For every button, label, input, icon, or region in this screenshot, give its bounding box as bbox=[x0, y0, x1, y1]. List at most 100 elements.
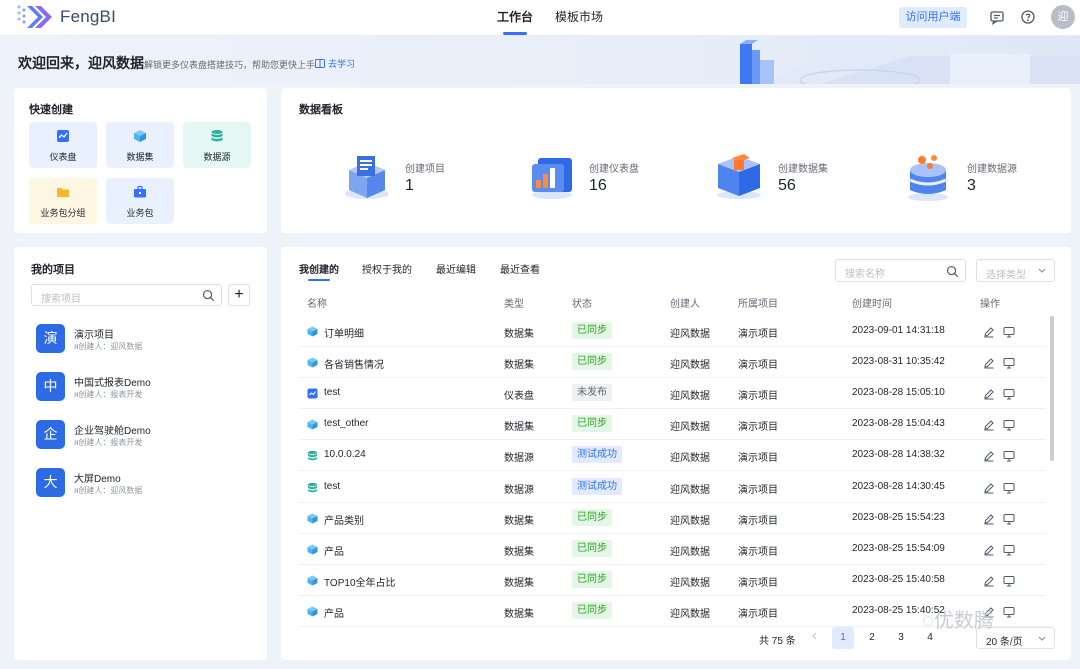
edit-icon[interactable] bbox=[983, 513, 995, 525]
preview-icon[interactable] bbox=[1003, 513, 1015, 525]
wechat-icon: ◌ bbox=[922, 610, 934, 632]
user-avatar[interactable]: 迎 bbox=[1051, 5, 1075, 29]
page-button[interactable]: 1 bbox=[832, 627, 854, 649]
cube-icon bbox=[307, 606, 318, 617]
preview-icon[interactable] bbox=[1003, 419, 1015, 431]
row-name[interactable]: test bbox=[324, 387, 340, 398]
app-logo[interactable]: FengBI bbox=[16, 3, 116, 31]
preview-icon[interactable] bbox=[1003, 357, 1015, 369]
preview-icon[interactable] bbox=[1003, 450, 1015, 462]
dashboard-icon bbox=[307, 388, 318, 399]
name-search-input[interactable]: 搜索名称 bbox=[835, 259, 966, 282]
table-row[interactable]: 10.0.0.24 数据源 测试成功 迎风数据 演示项目 2023-08-28 14:38… bbox=[299, 440, 1046, 472]
data-board-title: 数据看板 bbox=[299, 104, 343, 116]
edit-icon[interactable] bbox=[983, 388, 995, 400]
nav-tab-template-market[interactable]: 模板市场 bbox=[555, 0, 603, 36]
page-button[interactable]: 3 bbox=[890, 627, 912, 649]
row-name[interactable]: 订单明细 bbox=[324, 325, 364, 340]
row-created-time: 2023-08-28 14:30:45 bbox=[852, 480, 945, 492]
edit-icon[interactable] bbox=[983, 357, 995, 369]
project-creator: ᴙ创建人：迎风数据 bbox=[74, 486, 143, 495]
row-type: 数据集 bbox=[504, 515, 534, 527]
preview-icon[interactable] bbox=[1003, 544, 1015, 556]
tab-authorized-to-me[interactable]: 授权于我的 bbox=[362, 261, 412, 276]
row-creator: 迎风数据 bbox=[670, 453, 710, 465]
row-type: 数据集 bbox=[504, 577, 534, 589]
row-name[interactable]: test bbox=[324, 481, 340, 492]
learn-link[interactable]: 去学习 bbox=[315, 57, 355, 70]
data-board-panel bbox=[281, 88, 1071, 233]
row-name[interactable]: test_other bbox=[324, 418, 368, 429]
preview-icon[interactable] bbox=[1003, 575, 1015, 587]
nav-tab-workbench[interactable]: 工作台 bbox=[497, 0, 533, 36]
row-created-time: 2023-08-28 15:04:43 bbox=[852, 418, 945, 430]
row-name[interactable]: 产品 bbox=[324, 605, 344, 620]
row-name[interactable]: 10.0.0.24 bbox=[324, 449, 366, 460]
cube-icon bbox=[307, 544, 318, 555]
type-select[interactable]: 选择类型 bbox=[976, 259, 1055, 282]
project-item[interactable]: 演 演示项目 ᴙ创建人：迎风数据 bbox=[36, 324, 256, 354]
row-creator: 迎风数据 bbox=[670, 484, 710, 496]
project-avatar: 演 bbox=[36, 324, 65, 353]
prev-page-button[interactable] bbox=[803, 627, 825, 649]
table-row[interactable]: 产品 数据集 已同步 迎风数据 演示项目 2023-08-25 15:54:09 bbox=[299, 534, 1046, 565]
table-row[interactable]: TOP10全年占比 数据集 已同步 迎风数据 演示项目 2023-08-25 15:40:… bbox=[299, 565, 1046, 596]
stat-value: 16 bbox=[589, 177, 607, 194]
page-button[interactable]: 2 bbox=[861, 627, 883, 649]
project-item[interactable]: 企 企业驾驶舱Demo ᴙ创建人：报表开发 bbox=[36, 420, 256, 450]
page-size-value: 20 条/页 bbox=[986, 637, 1023, 648]
edit-icon[interactable] bbox=[983, 419, 995, 431]
row-project: 演示项目 bbox=[738, 546, 778, 558]
table-row[interactable]: 产品类别 数据集 已同步 迎风数据 演示项目 2023-08-25 15:54:23 bbox=[299, 503, 1046, 534]
row-type: 数据集 bbox=[504, 546, 534, 558]
preview-icon[interactable] bbox=[1003, 326, 1015, 338]
tab-recently-edited[interactable]: 最近编辑 bbox=[436, 261, 476, 276]
dashboard-icon bbox=[57, 130, 69, 142]
project-search-input[interactable]: 搜索项目 bbox=[31, 284, 222, 306]
project-avatar: 大 bbox=[36, 468, 65, 497]
tab-recently-viewed[interactable]: 最近查看 bbox=[500, 261, 540, 276]
quick-create-label: 仪表盘 bbox=[49, 152, 77, 162]
table-scrollbar[interactable] bbox=[1050, 316, 1054, 461]
add-project-button[interactable]: + bbox=[228, 284, 250, 306]
database-icon bbox=[211, 130, 223, 142]
table-row[interactable]: test_other 数据集 已同步 迎风数据 演示项目 2023-08-28 15:04… bbox=[299, 409, 1046, 441]
row-name[interactable]: 产品类别 bbox=[324, 512, 364, 527]
project-item[interactable]: 大 大屏Demo ᴙ创建人：迎风数据 bbox=[36, 468, 256, 498]
edit-icon[interactable] bbox=[983, 450, 995, 462]
project-item[interactable]: 中 中国式报表Demo ᴙ创建人：报表开发 bbox=[36, 372, 256, 402]
row-name[interactable]: 产品 bbox=[324, 543, 344, 558]
row-name[interactable]: TOP10全年占比 bbox=[324, 574, 396, 589]
stat-label: 创建数据集 bbox=[778, 164, 828, 175]
stat-label: 创建项目 bbox=[405, 164, 445, 175]
chevron-down-icon bbox=[1038, 268, 1046, 273]
preview-icon[interactable] bbox=[1003, 482, 1015, 494]
edit-icon[interactable] bbox=[983, 326, 995, 338]
row-name[interactable]: 各省销售情况 bbox=[324, 356, 384, 371]
cube-icon bbox=[134, 130, 146, 142]
visit-user-portal-button[interactable]: 访问用户端 bbox=[899, 7, 967, 28]
tab-created-by-me[interactable]: 我创建的 bbox=[299, 261, 339, 281]
edit-icon[interactable] bbox=[983, 575, 995, 587]
table-row[interactable]: test 数据源 测试成功 迎风数据 演示项目 2023-08-28 14:30:45 bbox=[299, 472, 1046, 503]
table-row[interactable]: 各省销售情况 数据集 已同步 迎风数据 演示项目 2023-08-31 10:35:42 bbox=[299, 347, 1046, 379]
row-creator: 迎风数据 bbox=[670, 360, 710, 372]
table-row[interactable]: 订单明细 数据集 已同步 迎风数据 演示项目 2023-09-01 14:31:18 bbox=[299, 316, 1046, 347]
preview-icon[interactable] bbox=[1003, 606, 1015, 618]
quick-create-dashboard[interactable]: 仪表盘 bbox=[29, 122, 97, 168]
preview-icon[interactable] bbox=[1003, 388, 1015, 400]
edit-icon[interactable] bbox=[983, 544, 995, 556]
edit-icon[interactable] bbox=[983, 482, 995, 494]
quick-create-package-group[interactable]: 业务包分组 bbox=[29, 178, 97, 224]
quick-create-datasource[interactable]: 数据源 bbox=[183, 122, 251, 168]
search-placeholder: 搜索项目 bbox=[41, 294, 81, 305]
column-header-name: 名称 bbox=[307, 299, 327, 310]
quick-create-package[interactable]: 业务包 bbox=[106, 178, 174, 224]
quick-create-dataset[interactable]: 数据集 bbox=[106, 122, 174, 168]
search-icon bbox=[946, 265, 959, 278]
message-icon[interactable] bbox=[989, 9, 1005, 25]
table-row[interactable]: test 仪表盘 未发布 迎风数据 演示项目 2023-08-28 15:05:10 bbox=[299, 378, 1046, 410]
learn-link-label: 去学习 bbox=[328, 59, 356, 69]
status-badge: 已同步 bbox=[572, 601, 612, 619]
help-icon[interactable] bbox=[1020, 9, 1036, 25]
